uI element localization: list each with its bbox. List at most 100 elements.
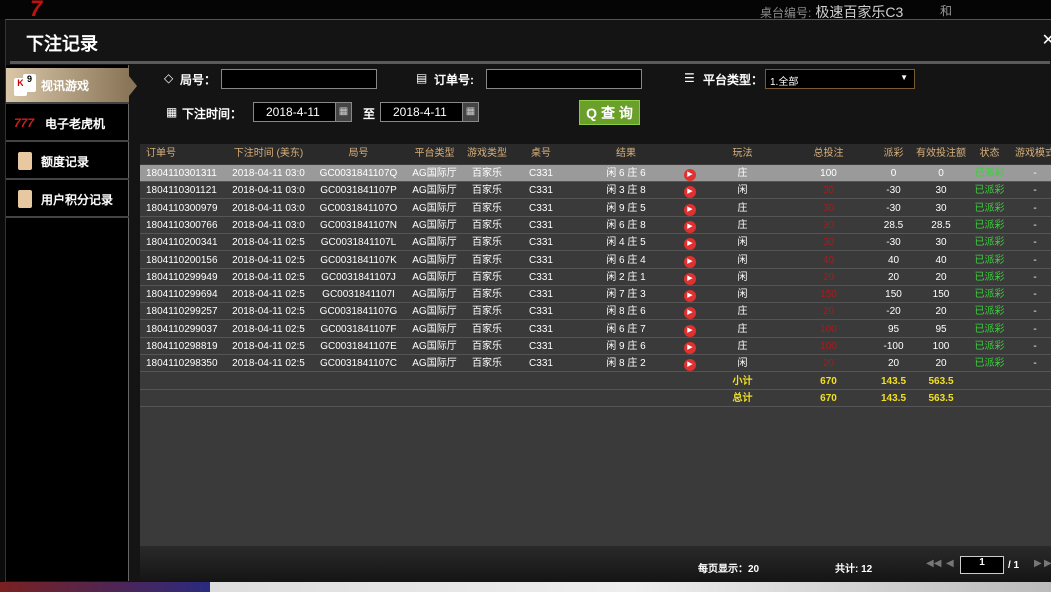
table-row[interactable]: 1804110299694 2018-04-11 02:5 GC0031841107… [140, 286, 1051, 304]
platform-value: 1.全部 [770, 77, 799, 88]
column-header[interactable]: 下注时间 (美东) [226, 144, 311, 164]
background-roadmap [0, 582, 1051, 592]
column-header[interactable]: 状态 [966, 144, 1013, 164]
close-icon[interactable]: ✕ [1042, 30, 1051, 50]
table-cell: 20 [887, 358, 900, 370]
column-header[interactable]: 玩法 [699, 144, 786, 164]
play-replay-icon[interactable]: ▶ [684, 238, 696, 251]
calendar-icon[interactable]: ▦ [335, 103, 351, 121]
play-replay-icon[interactable]: ▶ [684, 186, 696, 199]
table-row[interactable]: 1804110301121 2018-04-11 03:0 GC0031841107… [140, 182, 1051, 200]
empty-cell [226, 373, 311, 389]
total-valid: 563.5 [928, 392, 954, 404]
platform-select[interactable]: 1.全部 ▼ [765, 69, 915, 89]
table-cell: 1804110300766 [146, 219, 218, 231]
column-header[interactable]: 有效投注额 [916, 144, 966, 164]
next-page-icon[interactable]: ▶ [1034, 558, 1042, 569]
column-header[interactable]: 游戏类型 [463, 144, 511, 164]
table-cell: 闲 [737, 289, 748, 301]
per-page-label: 每页显示：20 [698, 564, 760, 575]
table-row[interactable]: 1804110298350 2018-04-11 02:5 GC0031841107… [140, 355, 1051, 373]
sidebar-item-credit-records[interactable]: 额度记录 [6, 144, 129, 180]
sidebar-item-label: 电子老虎机 [45, 116, 106, 131]
play-replay-icon[interactable]: ▶ [684, 169, 696, 181]
play-replay-icon[interactable]: ▶ [684, 359, 696, 372]
table-cell: 2018-04-11 02:5 [232, 237, 305, 249]
table-cell: AG国际厅 [412, 289, 457, 301]
table-cell: 百家乐 [472, 168, 502, 179]
table-cell: 百家乐 [472, 341, 502, 352]
table-row[interactable]: 1804110300766 2018-04-11 03:0 GC0031841107… [140, 216, 1051, 234]
page-input[interactable]: 1 [960, 556, 1004, 574]
play-replay-icon[interactable]: ▶ [684, 290, 696, 303]
column-header[interactable]: 派彩 [871, 144, 916, 164]
empty-cell [226, 390, 311, 406]
sidebar: K9 视讯游戏 777 电子老虎机 额度记录 用户积分记录 [6, 65, 137, 581]
play-replay-icon[interactable]: ▶ [684, 203, 696, 216]
table-cell: 30 [935, 202, 947, 214]
table-cell: 30 [822, 237, 835, 249]
table-row[interactable]: 1804110301311 2018-04-11 03:0 GC0031841107… [140, 165, 1051, 182]
table-cell: AG国际厅 [412, 202, 457, 214]
last-page-icon[interactable]: ▶ [1044, 558, 1051, 569]
table-cell: 庄 [737, 219, 748, 231]
play-replay-icon[interactable]: ▶ [684, 272, 696, 285]
column-header[interactable]: 局号 [311, 144, 406, 164]
table-row[interactable]: 1804110200156 2018-04-11 02:5 GC0031841107… [140, 251, 1051, 269]
table-cell: 已派彩 [974, 323, 1005, 335]
table-cell: 百家乐 [472, 271, 502, 283]
play-cell: ▶ [681, 321, 699, 337]
column-header[interactable]: 订单号 [140, 144, 226, 164]
play-replay-icon[interactable]: ▶ [684, 324, 696, 337]
play-replay-icon[interactable]: ▶ [684, 255, 696, 268]
table-cell: - [1033, 185, 1037, 197]
table-row[interactable]: 1804110299257 2018-04-11 02:5 GC0031841107… [140, 303, 1051, 321]
first-page-icon[interactable]: ◀◀ [926, 558, 941, 569]
table-row[interactable]: 1804110299037 2018-04-11 02:5 GC0031841107… [140, 320, 1051, 338]
column-header[interactable]: 平台类型 [406, 144, 463, 164]
calendar-icon[interactable]: ▦ [462, 103, 478, 121]
table-cell: C331 [529, 306, 553, 318]
table-row[interactable]: 1804110300979 2018-04-11 03:0 GC0031841107… [140, 199, 1051, 217]
sidebar-item-live-games[interactable]: K9 视讯游戏 [6, 68, 137, 104]
table-row[interactable]: 1804110299949 2018-04-11 02:5 GC0031841107… [140, 268, 1051, 286]
table-row[interactable]: 1804110200341 2018-04-11 02:5 GC0031841107… [140, 234, 1051, 252]
table-cell: 100 [820, 341, 837, 352]
date-from-input[interactable]: 2018-4-11 ▦ [253, 102, 352, 122]
tag-icon: ◇ [164, 71, 174, 85]
column-header[interactable]: 游戏模式 [1013, 144, 1051, 164]
table-cell: 2018-04-11 03:0 [232, 202, 305, 214]
table-cell: 100 [932, 341, 950, 352]
table-cell: -100 [883, 341, 904, 352]
sidebar-item-points-records[interactable]: 用户积分记录 [6, 182, 129, 218]
table-cell: 150 [885, 289, 902, 301]
query-button[interactable]: Q 查 询 [579, 100, 640, 125]
table-cell: - [1033, 237, 1037, 249]
table-cell: 百家乐 [472, 306, 502, 318]
column-header[interactable]: 总投注 [786, 144, 871, 164]
table-cell: 1804110200156 [146, 254, 218, 266]
table-cell: C331 [529, 254, 553, 266]
play-replay-icon[interactable]: ▶ [684, 220, 696, 233]
column-header[interactable]: 桌号 [511, 144, 571, 164]
table-cell: 闲 [737, 358, 748, 370]
round-label: 局号： [180, 73, 217, 87]
table-cell: 已派彩 [974, 306, 1005, 318]
column-header[interactable] [681, 144, 699, 164]
empty-cell [681, 390, 699, 406]
play-replay-icon[interactable]: ▶ [684, 307, 696, 320]
order-input[interactable] [486, 69, 642, 89]
sidebar-item-slots[interactable]: 777 电子老虎机 [6, 106, 129, 142]
table-cell: AG国际厅 [412, 237, 457, 249]
bet-record-dialog: 下注记录 ✕ K9 视讯游戏 777 电子老虎机 额度记录 用户积分记录 ◇ 局… [5, 19, 1051, 582]
table-cell: 20 [935, 306, 947, 318]
table-row[interactable]: 1804110298819 2018-04-11 02:5 GC0031841107… [140, 338, 1051, 355]
date-to-input[interactable]: 2018-4-11 ▦ [380, 102, 479, 122]
play-replay-icon[interactable]: ▶ [684, 342, 696, 354]
table-cell: 1804110299694 [146, 289, 218, 301]
table-cell: 百家乐 [472, 358, 502, 370]
column-header[interactable]: 结果 [571, 144, 681, 164]
prev-page-icon[interactable]: ◀ [946, 558, 954, 569]
platform-label: 平台类型： [703, 73, 764, 87]
round-input[interactable] [221, 69, 377, 89]
